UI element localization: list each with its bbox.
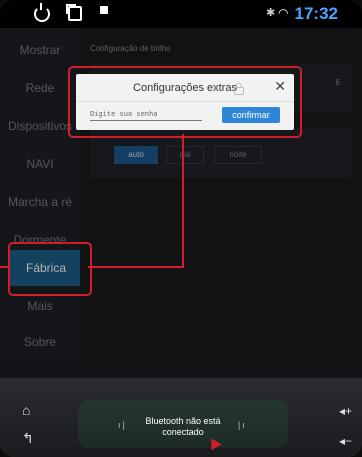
bluetooth-status-card[interactable]: ı| Bluetooth não está conectado |ı <box>78 400 288 451</box>
highlight-connector <box>0 266 8 268</box>
bluetooth-icon: ✱ <box>266 7 276 19</box>
dialog-highlight-box <box>68 66 302 138</box>
bluetooth-status-line2: conectado <box>162 427 204 437</box>
head-unit-screen: ✱ ◠ 17:32 Mostrar Rede Dispositivos NAVI… <box>0 0 362 457</box>
bottom-dock: ⌂ ↰ ı| Bluetooth não está conectado |ı ◂… <box>0 378 362 457</box>
highlight-connector <box>182 134 184 266</box>
highlight-connector <box>88 266 184 268</box>
wifi-icon: ◠ <box>278 6 289 20</box>
status-bar: ✱ ◠ 17:32 <box>0 0 362 28</box>
fabrica-highlight-box <box>8 242 92 296</box>
recent-apps-icon[interactable] <box>66 4 82 21</box>
image-icon <box>100 6 108 14</box>
volume-up-icon[interactable]: ◂+ <box>339 404 352 418</box>
bluetooth-status-line1: Bluetooth não está <box>145 416 221 426</box>
bluetooth-status-text: Bluetooth não está conectado <box>78 416 288 438</box>
equalizer-right-icon: |ı <box>238 420 247 430</box>
power-icon[interactable] <box>34 3 50 22</box>
volume-down-icon[interactable]: ◂− <box>339 434 352 448</box>
back-icon[interactable]: ↰ <box>22 430 34 447</box>
status-time: 17:32 <box>294 4 338 23</box>
home-icon[interactable]: ⌂ <box>22 402 30 418</box>
